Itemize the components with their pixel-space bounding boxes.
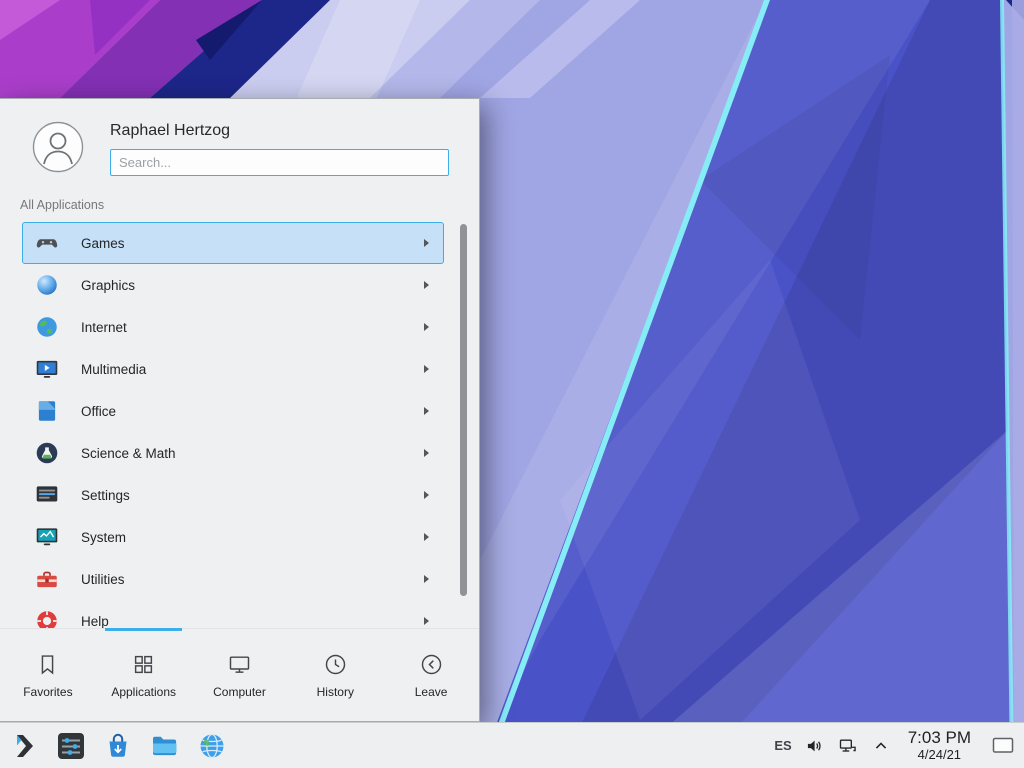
caret-right-icon bbox=[424, 281, 429, 289]
help-lifebuoy-icon bbox=[34, 608, 60, 628]
category-label: System bbox=[81, 530, 403, 545]
settings-panel-icon bbox=[34, 482, 60, 508]
taskbar-launchers bbox=[0, 730, 228, 762]
app-launcher-button[interactable] bbox=[8, 730, 40, 762]
category-label: Internet bbox=[81, 320, 403, 335]
category-item-settings[interactable]: Settings bbox=[22, 474, 444, 516]
tab-computer[interactable]: Computer bbox=[192, 629, 288, 721]
category-label: Multimedia bbox=[81, 362, 403, 377]
gamepad-icon bbox=[34, 230, 60, 256]
application-launcher-popup: Raphael Hertzog All Applications Games G… bbox=[0, 98, 480, 722]
discover-icon bbox=[103, 731, 133, 761]
category-item-office[interactable]: Office bbox=[22, 390, 444, 432]
taskbar-discover-button[interactable] bbox=[102, 730, 134, 762]
section-label: All Applications bbox=[0, 186, 479, 218]
network-icon bbox=[838, 736, 858, 756]
science-flask-icon bbox=[34, 440, 60, 466]
app-grid-icon bbox=[130, 651, 157, 678]
launcher-header: Raphael Hertzog bbox=[0, 99, 479, 186]
tab-label: History bbox=[317, 685, 354, 699]
clock-icon bbox=[322, 651, 349, 678]
category-label: Settings bbox=[81, 488, 403, 503]
system-settings-icon bbox=[56, 731, 86, 761]
category-item-system[interactable]: System bbox=[22, 516, 444, 558]
chevron-up-icon bbox=[871, 736, 891, 756]
category-item-science-math[interactable]: Science & Math bbox=[22, 432, 444, 474]
leave-icon bbox=[418, 651, 445, 678]
office-document-icon bbox=[34, 398, 60, 424]
category-item-utilities[interactable]: Utilities bbox=[22, 558, 444, 600]
caret-right-icon bbox=[424, 407, 429, 415]
tab-history[interactable]: History bbox=[287, 629, 383, 721]
toolbox-icon bbox=[34, 566, 60, 592]
tab-favorites[interactable]: Favorites bbox=[0, 629, 96, 721]
tab-leave[interactable]: Leave bbox=[383, 629, 479, 721]
category-label: Utilities bbox=[81, 572, 403, 587]
show-desktop-icon bbox=[992, 736, 1014, 755]
keyboard-layout-indicator[interactable]: ES bbox=[774, 738, 791, 753]
network-button[interactable] bbox=[838, 736, 858, 756]
caret-right-icon bbox=[424, 575, 429, 583]
computer-icon bbox=[226, 651, 253, 678]
expand-tray-button[interactable] bbox=[871, 736, 891, 756]
taskbar-file-manager-button[interactable] bbox=[149, 730, 181, 762]
scrollbar-thumb[interactable] bbox=[460, 224, 467, 596]
clock-time: 7:03 PM bbox=[908, 728, 971, 748]
caret-right-icon bbox=[424, 239, 429, 247]
folder-icon bbox=[150, 731, 180, 761]
globe-icon bbox=[34, 314, 60, 340]
tab-applications[interactable]: Applications bbox=[96, 629, 192, 721]
category-item-help[interactable]: Help bbox=[22, 600, 444, 628]
category-item-graphics[interactable]: Graphics bbox=[22, 264, 444, 306]
browser-globe-icon bbox=[197, 731, 227, 761]
category-label: Games bbox=[81, 236, 403, 251]
category-item-multimedia[interactable]: Multimedia bbox=[22, 348, 444, 390]
digital-clock[interactable]: 7:03 PM 4/24/21 bbox=[904, 728, 975, 762]
graphics-sphere-icon bbox=[34, 272, 60, 298]
user-avatar[interactable] bbox=[32, 121, 84, 173]
caret-right-icon bbox=[424, 449, 429, 457]
category-label: Graphics bbox=[81, 278, 403, 293]
caret-right-icon bbox=[424, 323, 429, 331]
user-name: Raphael Hertzog bbox=[110, 122, 449, 140]
category-list: Games Graphics Internet Multimedia bbox=[0, 218, 479, 628]
multimedia-monitor-icon bbox=[34, 356, 60, 382]
show-desktop-button[interactable] bbox=[988, 725, 1018, 767]
kickoff-launcher-icon bbox=[9, 731, 39, 761]
tab-label: Computer bbox=[213, 685, 266, 699]
taskbar-browser-button[interactable] bbox=[196, 730, 228, 762]
category-label: Science & Math bbox=[81, 446, 403, 461]
launcher-tab-bar: Favorites Applications Computer History … bbox=[0, 628, 479, 721]
volume-icon bbox=[805, 736, 825, 756]
caret-right-icon bbox=[424, 617, 429, 625]
tab-label: Applications bbox=[111, 685, 176, 699]
caret-right-icon bbox=[424, 533, 429, 541]
clock-date: 4/24/21 bbox=[908, 748, 971, 763]
caret-right-icon bbox=[424, 365, 429, 373]
category-item-games[interactable]: Games bbox=[22, 222, 444, 264]
category-label: Office bbox=[81, 404, 403, 419]
tab-label: Favorites bbox=[23, 685, 72, 699]
search-input[interactable] bbox=[110, 149, 449, 176]
volume-button[interactable] bbox=[805, 736, 825, 756]
category-label: Help bbox=[81, 614, 403, 629]
bookmark-icon bbox=[34, 651, 61, 678]
system-tray: ES 7:03 PM 4/24/21 bbox=[774, 725, 1024, 767]
category-item-internet[interactable]: Internet bbox=[22, 306, 444, 348]
tab-label: Leave bbox=[415, 685, 448, 699]
user-icon bbox=[32, 121, 84, 173]
caret-right-icon bbox=[424, 491, 429, 499]
taskbar: ES 7:03 PM 4/24/21 bbox=[0, 722, 1024, 768]
system-monitor-icon bbox=[34, 524, 60, 550]
taskbar-system-settings-button[interactable] bbox=[55, 730, 87, 762]
